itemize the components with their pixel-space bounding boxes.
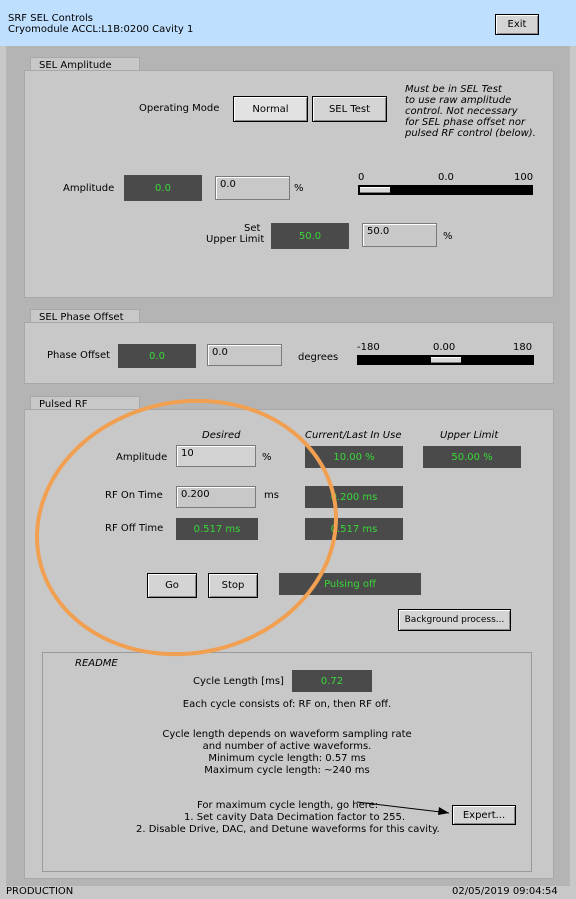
pulsing-status: Pulsing off: [279, 573, 421, 595]
phase-offset-label: Phase Offset: [47, 350, 111, 361]
go-button[interactable]: Go: [147, 573, 197, 598]
col-upper-limit: Upper Limit: [440, 430, 499, 441]
tab-sel-phase-offset: SEL Phase Offset: [30, 309, 140, 323]
phase-slider[interactable]: [357, 355, 534, 365]
readme-line-3: and number of active waveforms.: [202, 741, 372, 752]
pulsed-amplitude-label: Amplitude: [116, 452, 168, 463]
pulsed-amplitude-unit: %: [262, 452, 272, 463]
cycle-length-label: Cycle Length [ms]: [193, 676, 284, 687]
rf-off-time-label: RF Off Time: [105, 523, 164, 534]
amplitude-input[interactable]: 0.0: [215, 176, 290, 200]
upper-limit-unit: %: [443, 231, 453, 242]
readme-line-5: Maximum cycle length: ~240 ms: [204, 765, 370, 776]
window-title: SRF SEL Controls: [8, 13, 93, 24]
readme-line-1: Each cycle consists of: RF on, then RF o…: [182, 699, 392, 710]
amplitude-slider[interactable]: [358, 185, 533, 195]
phase-slider-min: -180: [357, 342, 380, 353]
rf-off-time-desired: 0.517 ms: [176, 518, 258, 540]
phase-offset-unit: degrees: [298, 352, 339, 363]
amp-slider-min: 0: [358, 172, 365, 183]
phase-offset-input[interactable]: 0.0: [207, 344, 282, 366]
footer-mode: PRODUCTION: [6, 886, 74, 897]
readme-line-8: 2. Disable Drive, DAC, and Detune wavefo…: [136, 824, 440, 835]
arrow-icon: [356, 801, 450, 815]
col-current: Current/Last In Use: [305, 430, 402, 441]
upper-limit-input[interactable]: 50.0: [362, 223, 437, 247]
pulsed-amplitude-input[interactable]: 10: [176, 445, 256, 467]
tab-pulsed-rf: Pulsed RF: [30, 396, 140, 410]
amplitude-label: Amplitude: [63, 183, 115, 194]
readme-line-4: Minimum cycle length: 0.57 ms: [208, 753, 366, 764]
rf-on-time-current: 0.200 ms: [305, 486, 403, 508]
rf-on-time-label: RF On Time: [105, 490, 163, 501]
phase-slider-thumb[interactable]: [431, 357, 461, 363]
sel-test-note: Must be in SEL Test to use raw amplitude…: [405, 84, 536, 139]
phase-slider-value: 0.00: [433, 342, 456, 353]
footer-timestamp: 02/05/2019 09:04:54: [452, 886, 558, 897]
stop-button[interactable]: Stop: [208, 573, 258, 598]
exit-button[interactable]: Exit: [495, 14, 539, 35]
amplitude-unit: %: [294, 183, 304, 194]
rf-on-time-unit: ms: [264, 490, 279, 501]
operating-mode-label: Operating Mode: [139, 103, 220, 114]
rf-on-time-input[interactable]: 0.200: [176, 486, 256, 508]
phase-slider-max: 180: [513, 342, 533, 353]
amp-slider-max: 100: [514, 172, 534, 183]
pulsed-amplitude-upper: 50.00 %: [423, 446, 521, 468]
amplitude-readback: 0.0: [124, 175, 202, 201]
tab-sel-amplitude: SEL Amplitude: [30, 57, 140, 71]
mode-sel-test-button[interactable]: SEL Test: [312, 96, 387, 122]
cycle-length-value: 0.72: [292, 670, 372, 692]
readme-title: README: [75, 658, 118, 669]
amplitude-slider-thumb[interactable]: [360, 187, 390, 193]
rf-off-time-current: 0.517 ms: [305, 518, 403, 540]
col-desired: Desired: [202, 430, 241, 441]
set-label: Set: [244, 223, 261, 234]
upper-limit-label: Upper Limit: [206, 234, 265, 245]
upper-limit-readback: 50.0: [271, 223, 349, 249]
window-subtitle: Cryomodule ACCL:L1B:0200 Cavity 1: [8, 24, 194, 35]
amp-slider-value: 0.0: [438, 172, 454, 183]
readme-line-2: Cycle length depends on waveform samplin…: [162, 729, 412, 740]
background-process-button[interactable]: Background process...: [398, 609, 511, 631]
mode-normal-button[interactable]: Normal: [233, 96, 308, 122]
expert-button[interactable]: Expert...: [452, 805, 516, 825]
readme-line-6: For maximum cycle length, go here:: [197, 800, 379, 811]
pulsed-amplitude-current: 10.00 %: [305, 446, 403, 468]
phase-offset-readback: 0.0: [118, 344, 196, 368]
